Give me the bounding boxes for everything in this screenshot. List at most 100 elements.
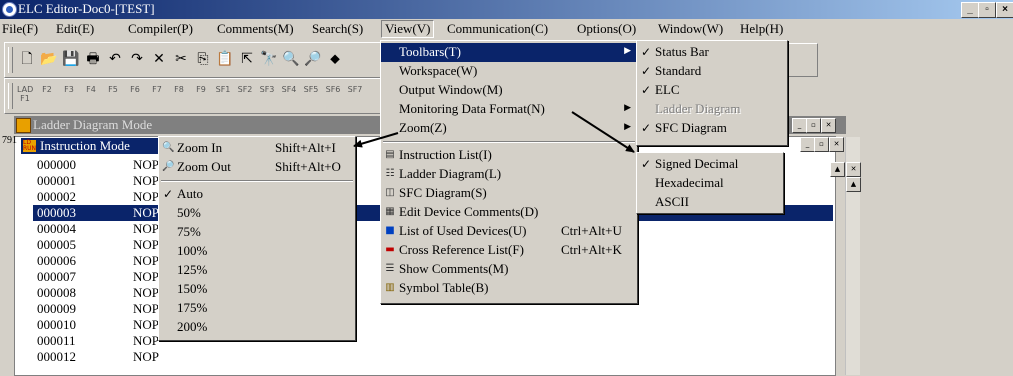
zoom-level-item[interactable]: 200% (159, 318, 355, 337)
view-menu-item[interactable]: Toolbars(T) ▶ (381, 43, 637, 62)
zoom-level-item[interactable]: 150% (159, 280, 355, 299)
toolbars-submenu: ✓ Status Bar ✓ Standard ✓ ELC Ladder Diagram ✓ S… (636, 40, 788, 146)
elc-tool-button-10[interactable]: SF2 (237, 85, 253, 94)
elc-tool-button-1[interactable]: F2 (39, 85, 55, 94)
scroll-up-button[interactable]: ▲ (830, 162, 845, 177)
view-menu-item[interactable]: Workspace(W) (381, 62, 637, 81)
zoom-separator (161, 180, 353, 182)
view-menu-item[interactable]: ☷ Ladder Diagram(L) (381, 165, 637, 184)
elc-tool-button-15[interactable]: SF7 (347, 85, 363, 94)
device-icon[interactable]: ⬥ (325, 50, 345, 68)
view-menu-label: Symbol Table(B) (399, 280, 489, 295)
cursor-icon[interactable]: ⇱ (237, 50, 257, 68)
row-opcode: NOP (133, 237, 160, 252)
elc-tool-button-9[interactable]: SF1 (215, 85, 231, 94)
save-icon[interactable]: 💾 (61, 50, 81, 68)
view-menu-item[interactable]: ☰ Show Comments(M) (381, 260, 637, 279)
elc-tool-button-8[interactable]: F9 (193, 85, 209, 94)
table-row[interactable]: 000011 NOP (33, 333, 833, 349)
zoom-level-item[interactable]: 175% (159, 299, 355, 318)
elc-tool-button-2[interactable]: F3 (61, 85, 77, 94)
redo-icon[interactable]: ↷ (127, 50, 147, 68)
copy-icon[interactable]: ⎘ (193, 50, 213, 68)
view-menu-item[interactable]: ▬ Cross Reference List(F) Ctrl+Alt+K (381, 241, 637, 260)
menu-window[interactable]: Window(W) (658, 21, 723, 37)
restore-button[interactable]: ▫ (978, 2, 996, 18)
edit-comments-icon: ▦ (385, 206, 395, 217)
format-submenu-item[interactable]: ✓ Signed Decimal (637, 155, 783, 174)
toolbars-submenu-item[interactable]: ✓ Standard (637, 62, 787, 81)
elc-tool-button-6[interactable]: F7 (149, 85, 165, 94)
elc-tool-button-0[interactable]: LAD F1 (17, 85, 33, 103)
menu-options[interactable]: Options(O) (577, 21, 636, 37)
menu-compiler[interactable]: Compiler(P) (128, 21, 193, 37)
zoom-level-item[interactable]: 75% (159, 223, 355, 242)
table-row[interactable]: 000010 NOP (33, 317, 833, 333)
mdi-restore-button[interactable]: ▫ (806, 118, 821, 133)
mdi-close-button[interactable]: ✕ (821, 118, 836, 133)
toolbars-submenu-item[interactable]: ✓ ELC (637, 81, 787, 100)
view-menu-item[interactable]: Output Window(M) (381, 81, 637, 100)
zoom-level-item[interactable]: 50% (159, 204, 355, 223)
menu-view[interactable]: View(V) (381, 20, 435, 38)
elc-tool-button-13[interactable]: SF5 (303, 85, 319, 94)
find-icon[interactable]: 🔭 (259, 50, 279, 68)
menu-edit[interactable]: Edit(E) (56, 21, 94, 37)
elc-tool-button-12[interactable]: SF4 (281, 85, 297, 94)
menu-comments[interactable]: Comments(M) (217, 21, 294, 37)
child-restore-button[interactable]: ▫ (814, 137, 829, 152)
zoom-level-item[interactable]: 100% (159, 242, 355, 261)
view-menu-item[interactable]: Monitoring Data Format(N) ▶ (381, 100, 637, 119)
zoom-out-icon[interactable]: 🔎 (303, 50, 323, 68)
table-row[interactable]: 000012 NOP (33, 349, 833, 365)
toolbars-submenu-item[interactable]: ✓ SFC Diagram (637, 119, 787, 138)
view-menu-item[interactable]: ■ List of Used Devices(U) Ctrl+Alt+U (381, 222, 637, 241)
menu-file[interactable]: File(F) (2, 21, 38, 37)
child-close-button[interactable]: ✕ (829, 137, 844, 152)
zoom-level-item[interactable]: ✓ Auto (159, 185, 355, 204)
minimize-button[interactable]: _ (961, 2, 979, 18)
menu-search[interactable]: Search(S) (312, 21, 363, 37)
zoom-level-item[interactable]: 125% (159, 261, 355, 280)
toolbars-submenu-item: Ladder Diagram (637, 100, 787, 119)
menu-help[interactable]: Help(H) (740, 21, 783, 37)
elc-tool-button-3[interactable]: F4 (83, 85, 99, 94)
elc-tool-button-7[interactable]: F8 (171, 85, 187, 94)
toolbar-grip-2[interactable] (8, 83, 13, 109)
delete-icon[interactable]: ✕ (149, 50, 169, 68)
view-menu-item[interactable]: ▥ Symbol Table(B) (381, 279, 637, 298)
child-minimize-button[interactable]: _ (800, 137, 815, 152)
cut-icon[interactable]: ✂ (171, 50, 191, 68)
side-close-button[interactable]: ✕ (846, 162, 861, 177)
app-icon[interactable] (2, 2, 17, 17)
new-icon[interactable]: 🗋 (17, 50, 37, 68)
mdi-minimize-button[interactable]: _ (792, 118, 807, 133)
view-menu-item[interactable]: ▦ Edit Device Comments(D) (381, 203, 637, 222)
toolbars-submenu-item[interactable]: ✓ Status Bar (637, 43, 787, 62)
format-submenu-item[interactable]: Hexadecimal (637, 174, 783, 193)
paste-icon[interactable]: 📋 (215, 50, 235, 68)
elc-tool-button-5[interactable]: F6 (127, 85, 143, 94)
view-menu-item[interactable]: Zoom(Z) ▶ (381, 119, 637, 138)
elc-tool-button-11[interactable]: SF3 (259, 85, 275, 94)
zoom-in-item[interactable]: 🔍 Zoom In Shift+Alt+I (159, 139, 355, 158)
view-menu-label: Workspace(W) (399, 63, 478, 78)
print-icon[interactable]: 🖶 (83, 50, 103, 68)
zoom-level-label: Auto (177, 186, 203, 201)
ladder-icon (16, 118, 31, 133)
zoom-out-item[interactable]: 🔎 Zoom Out Shift+Alt+O (159, 158, 355, 177)
format-submenu-item[interactable]: ASCII (637, 193, 783, 212)
close-button[interactable]: × (996, 2, 1013, 18)
open-icon[interactable]: 📂 (39, 50, 59, 68)
view-menu-item[interactable]: ▤ Instruction List(I) (381, 146, 637, 165)
undo-icon[interactable]: ↶ (105, 50, 125, 68)
view-menu-label: List of Used Devices(U) (399, 223, 527, 238)
zoom-submenu: 🔍 Zoom In Shift+Alt+I 🔎 Zoom Out Shift+A… (158, 136, 356, 341)
toolbar-grip[interactable] (8, 47, 13, 73)
side-scroll-up-button[interactable]: ▲ (846, 177, 861, 192)
view-menu-item[interactable]: ◫ SFC Diagram(S) (381, 184, 637, 203)
elc-tool-button-4[interactable]: F5 (105, 85, 121, 94)
elc-tool-button-14[interactable]: SF6 (325, 85, 341, 94)
menu-communication[interactable]: Communication(C) (447, 21, 548, 37)
zoom-in-icon[interactable]: 🔍 (281, 50, 301, 68)
